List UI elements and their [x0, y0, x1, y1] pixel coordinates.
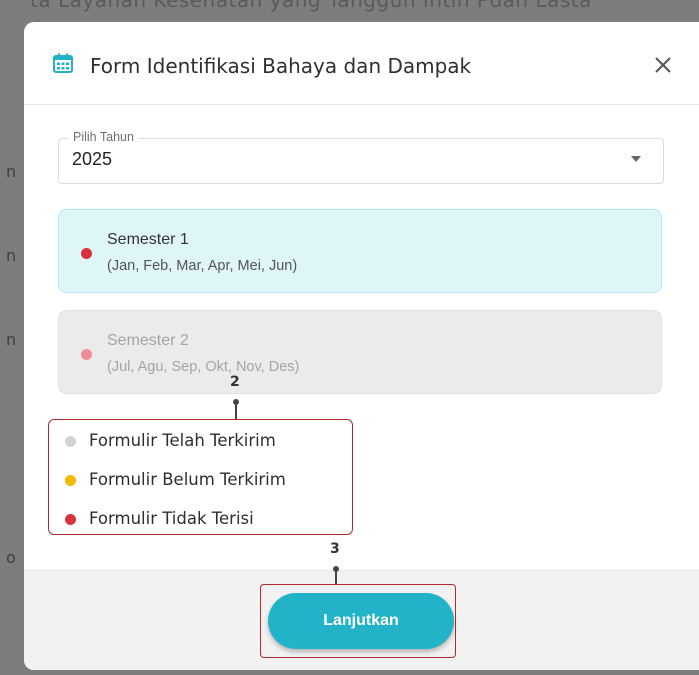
- semester-1-option[interactable]: Semester 1 (Jan, Feb, Mar, Apr, Mei, Jun…: [58, 209, 662, 293]
- form-dialog: Form Identifikasi Bahaya dan Dampak Pili…: [24, 22, 699, 670]
- semester-months: (Jul, Agu, Sep, Okt, Nov, Des): [107, 359, 300, 375]
- dialog-header: Form Identifikasi Bahaya dan Dampak: [24, 22, 699, 105]
- legend-label: Formulir Tidak Terisi: [89, 509, 254, 528]
- callout-number: 3: [330, 541, 340, 557]
- dropdown-arrow-icon: [631, 156, 641, 162]
- semester-title: Semester 1: [107, 231, 189, 248]
- calendar-icon: [53, 53, 73, 73]
- status-dot-icon: [81, 248, 92, 259]
- status-legend: Formulir Telah Terkirim Formulir Belum T…: [48, 419, 353, 535]
- callout-line: [335, 569, 337, 584]
- background-text-fragment: n: [6, 246, 17, 265]
- background-text-fragment: o: [6, 548, 16, 567]
- semester-months: (Jan, Feb, Mar, Apr, Mei, Jun): [107, 258, 298, 274]
- background-text-fragment: n: [6, 330, 17, 349]
- close-icon[interactable]: [650, 52, 676, 78]
- status-dot-icon: [81, 349, 92, 360]
- year-select-value: 2025: [72, 149, 113, 169]
- background-heading: ta Layanan Kesehatan yang Tanggun Intin …: [30, 0, 592, 12]
- legend-label: Formulir Belum Terkirim: [89, 470, 286, 489]
- semester-title: Semester 2: [107, 332, 189, 349]
- legend-label: Formulir Telah Terkirim: [89, 431, 276, 450]
- semester-2-option: Semester 2 (Jul, Agu, Sep, Okt, Nov, Des…: [58, 310, 662, 394]
- legend-dot-icon: [65, 436, 76, 447]
- year-select[interactable]: Pilih Tahun 2025: [58, 130, 664, 184]
- year-select-label: Pilih Tahun: [69, 130, 138, 144]
- background-text-fragment: n: [6, 162, 17, 181]
- dialog-title: Form Identifikasi Bahaya dan Dampak: [90, 54, 472, 78]
- callout-number: 2: [230, 374, 240, 390]
- legend-dot-icon: [65, 514, 76, 525]
- callout-line: [235, 402, 237, 419]
- continue-button[interactable]: Lanjutkan: [268, 593, 454, 649]
- legend-dot-icon: [65, 475, 76, 486]
